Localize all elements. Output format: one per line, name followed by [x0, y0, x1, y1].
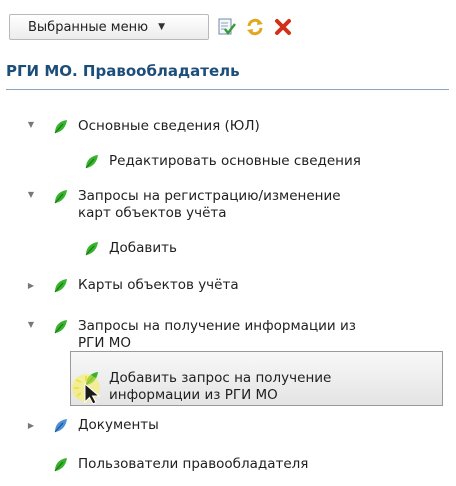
collapsed-arrow-icon[interactable]: ▶ — [26, 420, 36, 430]
mouse-cursor-icon — [72, 374, 101, 405]
refresh-icon[interactable] — [245, 17, 265, 37]
tree-item-edit-main-info[interactable]: Редактировать основные сведения — [83, 153, 361, 170]
tree-item-add-info-request[interactable]: Добавить запрос на получение информации … — [83, 370, 331, 404]
toolbar: Выбранные меню ▼ — [9, 14, 293, 40]
tree-item-label: Карты объектов учёта — [78, 277, 239, 293]
leaf-green-icon — [54, 458, 67, 472]
expanded-arrow-icon[interactable]: ▼ — [26, 189, 36, 199]
leaf-green-icon — [54, 320, 67, 334]
tree-item-label: Добавить запрос на получение — [109, 370, 332, 386]
leaf-green-icon — [85, 155, 98, 169]
tree-item-label: Редактировать основные сведения — [109, 153, 361, 169]
tree-item-add[interactable]: Добавить — [83, 240, 177, 257]
tree-item-rightholder-users[interactable]: Пользователи правообладателя — [52, 456, 308, 473]
expanded-arrow-icon[interactable]: ▼ — [26, 319, 36, 329]
tree-item-label-line2: карт объектов учёта — [78, 205, 227, 221]
panel-title: РГИ МО. Правообладатель — [6, 62, 449, 90]
chevron-down-icon: ▼ — [158, 22, 165, 32]
tree-item-label: Основные сведения (ЮЛ) — [78, 118, 260, 134]
dropdown-label: Выбранные меню — [28, 19, 149, 35]
tree-item-registration-requests[interactable]: Запросы на регистрацию/изменение карт об… — [52, 188, 341, 222]
leaf-green-icon — [54, 120, 67, 134]
tree-item-label-line2: информации из РГИ МО — [109, 387, 278, 403]
close-icon[interactable] — [273, 17, 293, 37]
tree-item-object-cards[interactable]: Карты объектов учёта — [52, 277, 239, 294]
leaf-blue-icon — [54, 419, 67, 433]
leaf-green-icon — [54, 190, 67, 204]
tree-item-label: Запросы на получение информации из — [78, 318, 356, 334]
tree-item-label: Запросы на регистрацию/изменение — [78, 188, 341, 204]
tree-item-label: Пользователи правообладателя — [78, 456, 309, 472]
leaf-green-icon — [54, 279, 67, 293]
selected-menus-dropdown[interactable]: Выбранные меню ▼ — [9, 14, 209, 40]
tree-item-label-line2: РГИ МО — [78, 335, 132, 351]
tree-item-info-requests[interactable]: Запросы на получение информации из РГИ М… — [52, 318, 356, 352]
expanded-arrow-icon[interactable]: ▼ — [26, 119, 36, 129]
tree-item-documents[interactable]: Документы — [52, 417, 159, 434]
checklist-edit-icon[interactable] — [217, 17, 237, 37]
tree-item-main-info[interactable]: Основные сведения (ЮЛ) — [52, 118, 260, 135]
collapsed-arrow-icon[interactable]: ▶ — [26, 280, 36, 290]
tree-item-label: Документы — [78, 417, 159, 433]
tree-item-label: Добавить — [109, 240, 177, 256]
leaf-green-icon — [85, 242, 98, 256]
